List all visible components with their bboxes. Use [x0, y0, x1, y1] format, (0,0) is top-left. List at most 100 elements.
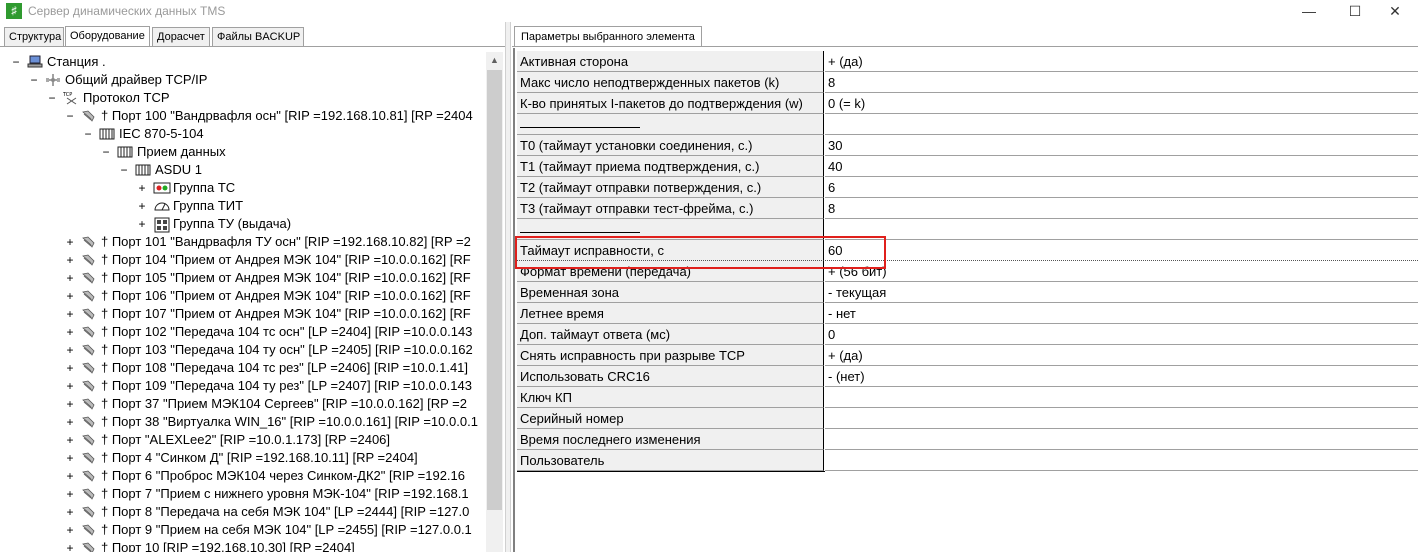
scroll-up-icon[interactable]: ▲	[486, 52, 503, 69]
property-row[interactable]: Т2 (таймаут отправки потверждения, с.) 6	[517, 177, 1418, 198]
property-value[interactable]: 0	[825, 324, 1418, 345]
tree-item[interactable]: − Станция .	[1, 53, 485, 71]
property-value[interactable]: - текущая	[825, 282, 1418, 303]
expand-icon[interactable]: +	[65, 485, 75, 503]
collapse-icon[interactable]: −	[83, 125, 93, 143]
expand-icon[interactable]: +	[137, 197, 147, 215]
property-value[interactable]: - (нет)	[825, 366, 1418, 387]
expand-icon[interactable]: +	[65, 377, 75, 395]
property-row[interactable]: Т0 (таймаут установки соединения, с.) 30	[517, 135, 1418, 156]
property-row[interactable]: Макс число неподтвержденных пакетов (k) 8	[517, 72, 1418, 93]
tree-item[interactable]: + † Порт "ALEXLee2" [RIP =10.0.1.173] [RP…	[1, 431, 485, 449]
tree-item[interactable]: + † Порт 6 "Проброс МЭК104 через Синком-Д…	[1, 467, 485, 485]
tree-item[interactable]: + † Порт 101 "Вандрвафля ТУ осн" [RIP =19…	[1, 233, 485, 251]
tab-selected-element-params[interactable]: Параметры выбранного элемента	[514, 26, 702, 47]
tree-item[interactable]: + † Порт 7 "Прием с нижнего уровня МЭК-10…	[1, 485, 485, 503]
expand-icon[interactable]: +	[137, 215, 147, 233]
close-button[interactable]: ✕	[1372, 0, 1418, 22]
property-value[interactable]: 8	[825, 198, 1418, 219]
tree-item[interactable]: − Прием данных	[1, 143, 485, 161]
expand-icon[interactable]: +	[65, 269, 75, 287]
tab-backup-files[interactable]: Файлы BACKUP	[212, 27, 304, 46]
property-row[interactable]: Ключ КП	[517, 387, 1418, 408]
property-row[interactable]: Летнее время - нет	[517, 303, 1418, 324]
tree-item[interactable]: + † Порт 38 "Виртуалка WIN_16" [RIP =10.0…	[1, 413, 485, 431]
expand-icon[interactable]: +	[65, 431, 75, 449]
property-row[interactable]: Формат времени (передача) + (56 бит)	[517, 261, 1418, 282]
property-row[interactable]: Активная сторона + (да)	[517, 51, 1418, 72]
tree-item[interactable]: − Общий драйвер TCP/IP	[1, 71, 485, 89]
collapse-icon[interactable]: −	[101, 143, 111, 161]
property-value[interactable]	[825, 387, 1418, 408]
expand-icon[interactable]: +	[65, 449, 75, 467]
property-row[interactable]: Временная зона - текущая	[517, 282, 1418, 303]
collapse-icon[interactable]: −	[29, 71, 39, 89]
minimize-button[interactable]: —	[1286, 0, 1332, 22]
tree-item[interactable]: + † Порт 9 "Прием на себя МЭК 104" [LP =2…	[1, 521, 485, 539]
property-row[interactable]: Серийный номер	[517, 408, 1418, 429]
property-value[interactable]: - нет	[825, 303, 1418, 324]
property-row[interactable]: Время последнего изменения	[517, 429, 1418, 450]
property-value[interactable]: 8	[825, 72, 1418, 93]
tree-item[interactable]: + † Порт 4 "Синком Д" [RIP =192.168.10.11…	[1, 449, 485, 467]
property-value[interactable]: + (56 бит)	[825, 261, 1418, 282]
scroll-thumb[interactable]	[487, 70, 502, 510]
collapse-icon[interactable]: −	[65, 107, 75, 125]
property-value[interactable]: 0 (= k)	[825, 93, 1418, 114]
property-row[interactable]: К-во принятых I-пакетов до подтверждения…	[517, 93, 1418, 114]
expand-icon[interactable]: +	[65, 233, 75, 251]
tree-item[interactable]: + † Порт 8 "Передача на себя МЭК 104" [LP…	[1, 503, 485, 521]
tree-item[interactable]: + Группа ТУ (выдача)	[1, 215, 485, 233]
tree-scrollbar[interactable]: ▲	[486, 52, 503, 552]
property-value[interactable]: + (да)	[825, 51, 1418, 72]
expand-icon[interactable]: +	[65, 413, 75, 431]
tree-item[interactable]: + † Порт 104 "Прием от Андрея МЭК 104" [R…	[1, 251, 485, 269]
tree-item[interactable]: + † Порт 108 "Передача 104 тс рез" [LP =2…	[1, 359, 485, 377]
property-row[interactable]: Т3 (таймаут отправки тест-фрейма, с.) 8	[517, 198, 1418, 219]
property-row[interactable]: Таймаут исправности, с 60	[517, 240, 1418, 261]
tab-calculation[interactable]: Дорасчет	[152, 27, 210, 46]
property-row[interactable]: Использовать CRC16- (нет)	[517, 366, 1418, 387]
property-value[interactable]	[825, 408, 1418, 429]
property-value[interactable]: 60	[825, 240, 1418, 261]
tree-item[interactable]: + † Порт 103 "Передача 104 ту осн" [LP =2…	[1, 341, 485, 359]
expand-icon[interactable]: +	[65, 323, 75, 341]
tree-item[interactable]: − IEC 870-5-104	[1, 125, 485, 143]
property-value[interactable]	[825, 450, 1418, 471]
expand-icon[interactable]: +	[65, 251, 75, 269]
expand-icon[interactable]: +	[65, 467, 75, 485]
property-value[interactable]: 30	[825, 135, 1418, 156]
tab-structure[interactable]: Структура	[4, 27, 64, 46]
expand-icon[interactable]: +	[65, 287, 75, 305]
expand-icon[interactable]: +	[65, 395, 75, 413]
expand-icon[interactable]: +	[137, 179, 147, 197]
tree-item[interactable]: + † Порт 102 "Передача 104 тс осн" [LP =2…	[1, 323, 485, 341]
tree-item[interactable]: + † Порт 106 "Прием от Андрея МЭК 104" [R…	[1, 287, 485, 305]
property-row[interactable]: Снять исправность при разрыве TCP + (да)	[517, 345, 1418, 366]
tree-item[interactable]: − TCP Протокол TCP	[1, 89, 485, 107]
tree-item[interactable]: − † Порт 100 "Вандрвафля осн" [RIP =192.1…	[1, 107, 485, 125]
tree-item[interactable]: + Группа ТИТ	[1, 197, 485, 215]
tab-equipment[interactable]: Оборудование	[65, 26, 150, 47]
expand-icon[interactable]: +	[65, 341, 75, 359]
expand-icon[interactable]: +	[65, 359, 75, 377]
tree-item[interactable]: + † Порт 37 "Прием МЭК104 Сергеев" [RIP =…	[1, 395, 485, 413]
collapse-icon[interactable]: −	[119, 161, 129, 179]
equipment-tree[interactable]: − Станция . − Общий драйвер TCP/IP − TCP Прото…	[1, 52, 485, 552]
property-value[interactable]: + (да)	[825, 345, 1418, 366]
property-value[interactable]	[825, 429, 1418, 450]
tree-item[interactable]: + Группа ТС	[1, 179, 485, 197]
tree-item[interactable]: + † Порт 109 "Передача 104 ту рез" [LP =2…	[1, 377, 485, 395]
collapse-icon[interactable]: −	[47, 89, 57, 107]
property-row[interactable]: Пользователь	[517, 450, 1418, 471]
property-row[interactable]: Доп. таймаут ответа (мс) 0	[517, 324, 1418, 345]
tree-item[interactable]: + † Порт 107 "Прием от Андрея МЭК 104" [R…	[1, 305, 485, 323]
property-value[interactable]: 6	[825, 177, 1418, 198]
property-value[interactable]: 40	[825, 156, 1418, 177]
collapse-icon[interactable]: −	[11, 53, 21, 71]
tree-item[interactable]: + † Порт 10 [RIP =192.168.10.30] [RP =240…	[1, 539, 485, 552]
expand-icon[interactable]: +	[65, 305, 75, 323]
tree-item[interactable]: + † Порт 105 "Прием от Андрея МЭК 104" [R…	[1, 269, 485, 287]
expand-icon[interactable]: +	[65, 521, 75, 539]
expand-icon[interactable]: +	[65, 539, 75, 552]
